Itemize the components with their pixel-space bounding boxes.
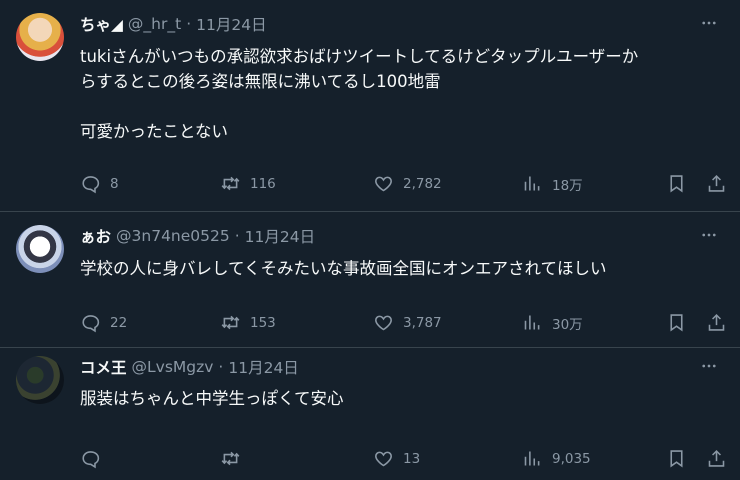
separator-dot: · <box>218 358 224 376</box>
user-handle[interactable]: @LvsMgzv <box>132 358 214 376</box>
bookmark-button[interactable] <box>666 448 687 469</box>
share-button[interactable] <box>706 448 727 469</box>
views-icon <box>524 315 540 330</box>
tweet-header: ぁお @3n74ne0525 · 11月24日 <box>80 224 728 248</box>
tweet-text-line: 学校の人に身バレしてくそみたいな事故画全国にオンエアされてほしい <box>80 259 607 278</box>
like-icon <box>375 451 392 467</box>
tweet-text-line: らするとこの後ろ姿は無限に沸いてるし100地雷 <box>80 72 441 91</box>
share-icon <box>708 449 725 467</box>
tweet-text-line: tukiさんがいつもの承認欲求おばけツイートしてるけどタップルユーザーか <box>80 47 639 66</box>
retweet-icon <box>221 176 240 191</box>
tweet-date[interactable]: 11月24日 <box>196 13 266 35</box>
avatar[interactable] <box>16 356 64 404</box>
retweet-icon <box>221 451 240 466</box>
views-count: 9,035 <box>552 450 591 467</box>
avatar[interactable] <box>16 225 64 273</box>
avatar[interactable] <box>16 13 64 61</box>
tweet-date[interactable]: 11月24日 <box>228 356 298 378</box>
like-icon <box>375 315 392 331</box>
reply-icon <box>82 315 100 333</box>
separator-dot: · <box>186 15 192 33</box>
views-icon <box>524 176 540 191</box>
timeline-feed: ちゃ◢ @_hr_t · 11月24日 tukiさんがいつもの承認欲求おばけツイ… <box>0 0 740 480</box>
tweet[interactable]: ぁお @3n74ne0525 · 11月24日 学校の人に身バレしてくそみたいな… <box>0 212 740 348</box>
reply-count: 22 <box>110 314 128 331</box>
reply-button[interactable] <box>80 448 110 469</box>
views-count: 18万 <box>552 177 583 194</box>
retweet-count: 116 <box>250 175 276 192</box>
views-button[interactable]: 18万 <box>522 173 583 194</box>
retweet-icon <box>221 315 240 330</box>
tweet-date[interactable]: 11月24日 <box>245 225 315 247</box>
action-bar: 22 153 3,787 30万 <box>80 312 728 336</box>
bookmark-button[interactable] <box>666 312 687 333</box>
like-icon <box>375 176 392 192</box>
retweet-button[interactable]: 116 <box>220 173 276 194</box>
separator-dot: · <box>234 227 240 245</box>
like-count: 2,782 <box>403 175 442 192</box>
share-icon <box>708 313 725 331</box>
tweet[interactable]: ちゃ◢ @_hr_t · 11月24日 tukiさんがいつもの承認欲求おばけツイ… <box>0 0 740 212</box>
more-icon[interactable] <box>698 355 720 377</box>
share-button[interactable] <box>706 173 727 194</box>
bookmark-icon <box>670 450 683 468</box>
tweet-text: 学校の人に身バレしてくそみたいな事故画全国にオンエアされてほしい <box>80 256 710 281</box>
tweet-text-line: 可愛かったことない <box>80 122 229 141</box>
like-button[interactable]: 13 <box>373 448 420 469</box>
share-icon <box>708 174 725 192</box>
like-count: 13 <box>403 450 421 467</box>
display-name[interactable]: ぁお <box>80 225 111 247</box>
like-button[interactable]: 3,787 <box>373 312 442 333</box>
tweet-text: tukiさんがいつもの承認欲求おばけツイートしてるけどタップルユーザーか らする… <box>80 44 710 144</box>
views-button[interactable]: 30万 <box>522 312 583 333</box>
views-count: 30万 <box>552 316 583 333</box>
views-button[interactable]: 9,035 <box>522 448 591 469</box>
like-button[interactable]: 2,782 <box>373 173 442 194</box>
display-name[interactable]: コメ王 <box>80 356 127 378</box>
views-icon <box>524 451 540 466</box>
tweet-text: 服装はちゃんと中学生っぽくて安心 <box>80 386 710 411</box>
more-icon[interactable] <box>698 12 720 34</box>
action-bar: 13 9,035 <box>80 448 728 472</box>
more-icon[interactable] <box>698 224 720 246</box>
tweet-header: ちゃ◢ @_hr_t · 11月24日 <box>80 12 728 36</box>
tweet-text-line: 服装はちゃんと中学生っぽくて安心 <box>80 389 344 408</box>
action-bar: 8 116 2,782 18万 <box>80 173 728 197</box>
share-button[interactable] <box>706 312 727 333</box>
reply-icon <box>82 451 100 469</box>
user-handle[interactable]: @3n74ne0525 <box>116 227 230 245</box>
retweet-count: 153 <box>250 314 276 331</box>
bookmark-icon <box>670 314 683 332</box>
retweet-button[interactable]: 153 <box>220 312 276 333</box>
bookmark-button[interactable] <box>666 173 687 194</box>
bookmark-icon <box>670 175 683 193</box>
reply-button[interactable]: 8 <box>80 173 119 194</box>
display-name[interactable]: ちゃ◢ <box>80 13 123 35</box>
tweet-header: コメ王 @LvsMgzv · 11月24日 <box>80 355 728 379</box>
retweet-button[interactable] <box>220 448 250 469</box>
reply-count: 8 <box>110 175 119 192</box>
like-count: 3,787 <box>403 314 442 331</box>
reply-icon <box>82 176 100 194</box>
user-handle[interactable]: @_hr_t <box>128 15 181 33</box>
reply-button[interactable]: 22 <box>80 312 127 333</box>
tweet[interactable]: コメ王 @LvsMgzv · 11月24日 服装はちゃんと中学生っぽくて安心 1… <box>0 348 740 480</box>
